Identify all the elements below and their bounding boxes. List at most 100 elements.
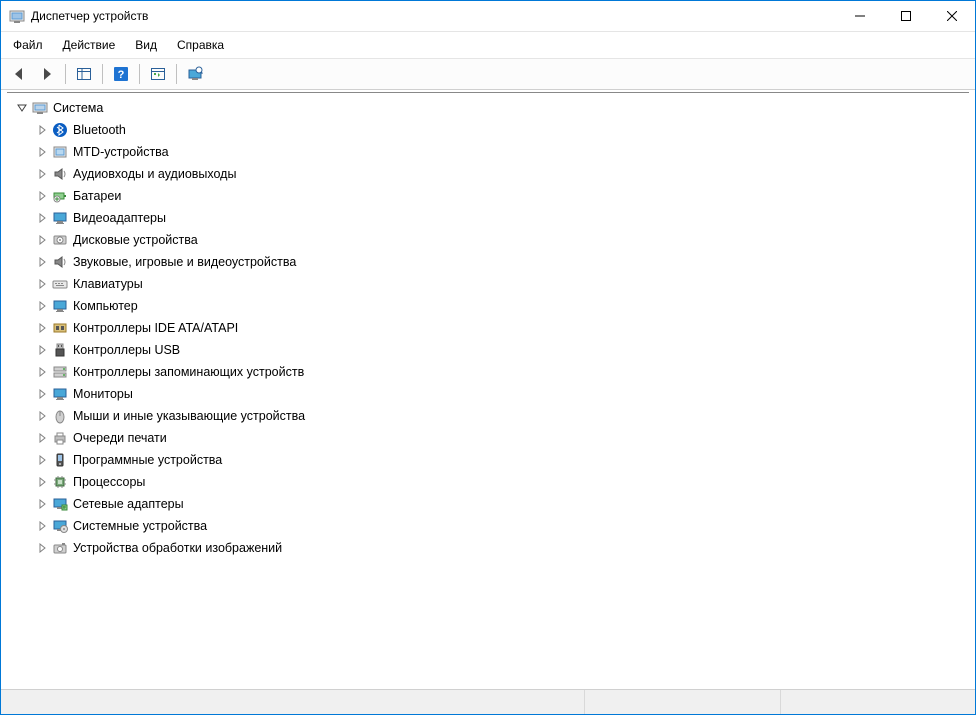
tree-category-label: Мониторы — [71, 387, 133, 401]
forward-button[interactable] — [35, 62, 59, 86]
tree-category-row[interactable]: Звуковые, игровые и видеоустройства — [31, 251, 969, 273]
tree-category-label: Звуковые, игровые и видеоустройства — [71, 255, 296, 269]
app-icon — [9, 8, 25, 24]
tree-category-row[interactable]: Контроллеры IDE ATA/ATAPI — [31, 317, 969, 339]
expand-icon[interactable] — [35, 475, 49, 489]
expand-icon[interactable] — [35, 431, 49, 445]
device-manager-window: Диспетчер устройств Файл Действие Вид Сп… — [0, 0, 976, 715]
expand-icon[interactable] — [35, 497, 49, 511]
expand-icon[interactable] — [35, 167, 49, 181]
menubar: Файл Действие Вид Справка — [1, 32, 975, 59]
ide-icon — [52, 320, 68, 336]
tree-category-row[interactable]: Bluetooth — [31, 119, 969, 141]
tree-category-row[interactable]: Компьютер — [31, 295, 969, 317]
tree-category-row[interactable]: Сетевые адаптеры — [31, 493, 969, 515]
tree-category-row[interactable]: Дисковые устройства — [31, 229, 969, 251]
show-hide-tree-button[interactable] — [72, 62, 96, 86]
tree-root-row[interactable]: Система — [11, 97, 969, 119]
tree-category-label: MTD-устройства — [71, 145, 169, 159]
tree-root-label: Система — [51, 101, 103, 115]
toolbar: ? — [1, 59, 975, 90]
menu-file[interactable]: Файл — [3, 34, 53, 56]
computer-icon — [52, 298, 68, 314]
statusbar — [1, 689, 975, 714]
expand-icon[interactable] — [35, 189, 49, 203]
usb-icon — [52, 342, 68, 358]
expand-icon[interactable] — [35, 453, 49, 467]
expand-icon[interactable] — [35, 123, 49, 137]
expand-icon[interactable] — [35, 277, 49, 291]
tree-category-label: Компьютер — [71, 299, 138, 313]
expand-icon[interactable] — [35, 519, 49, 533]
cpu-icon — [52, 474, 68, 490]
expand-icon[interactable] — [35, 387, 49, 401]
tree-category-row[interactable]: Процессоры — [31, 471, 969, 493]
close-button[interactable] — [929, 1, 975, 31]
tree-category-label: Клавиатуры — [71, 277, 143, 291]
window-title: Диспетчер устройств — [31, 9, 148, 23]
device-tree-panel[interactable]: Система Bluetooth MTD-устройства Аудиовход… — [7, 92, 969, 689]
menu-action[interactable]: Действие — [53, 34, 126, 56]
tree-category-label: Системные устройства — [71, 519, 207, 533]
scan-hardware-button[interactable] — [146, 62, 170, 86]
tree-category-label: Очереди печати — [71, 431, 167, 445]
tree-category-row[interactable]: Контроллеры запоминающих устройств — [31, 361, 969, 383]
statusbar-cell — [780, 690, 975, 714]
tree-category-row[interactable]: MTD-устройства — [31, 141, 969, 163]
device-tree: Система Bluetooth MTD-устройства Аудиовход… — [7, 95, 969, 559]
tree-category-label: Дисковые устройства — [71, 233, 198, 247]
keyboard-icon — [52, 276, 68, 292]
tree-category-label: Контроллеры USB — [71, 343, 180, 357]
computer-root-icon — [32, 100, 48, 116]
tree-category-label: Контроллеры IDE ATA/ATAPI — [71, 321, 238, 335]
printer-icon — [52, 430, 68, 446]
expand-icon[interactable] — [35, 365, 49, 379]
expand-icon[interactable] — [35, 343, 49, 357]
expand-icon[interactable] — [35, 321, 49, 335]
disk-icon — [52, 232, 68, 248]
display-adapter-icon — [52, 210, 68, 226]
tree-category-row[interactable]: Устройства обработки изображений — [31, 537, 969, 559]
maximize-button[interactable] — [883, 1, 929, 31]
tree-category-row[interactable]: Видеоадаптеры — [31, 207, 969, 229]
bluetooth-icon — [52, 122, 68, 138]
menu-view[interactable]: Вид — [125, 34, 167, 56]
system-dev-icon — [52, 518, 68, 534]
tree-category-label: Программные устройства — [71, 453, 222, 467]
tree-category-label: Контроллеры запоминающих устройств — [71, 365, 304, 379]
tree-category-row[interactable]: Аудиовходы и аудиовыходы — [31, 163, 969, 185]
tree-category-row[interactable]: Батареи — [31, 185, 969, 207]
audio-icon — [52, 166, 68, 182]
tree-children: Bluetooth MTD-устройства Аудиовходы и ауди… — [11, 119, 969, 559]
expand-icon[interactable] — [35, 211, 49, 225]
help-button[interactable]: ? — [109, 62, 133, 86]
expand-icon[interactable] — [35, 255, 49, 269]
expand-icon[interactable] — [35, 409, 49, 423]
tree-category-row[interactable]: Мыши и иные указывающие устройства — [31, 405, 969, 427]
tree-category-row[interactable]: Программные устройства — [31, 449, 969, 471]
expand-icon[interactable] — [35, 299, 49, 313]
tree-category-row[interactable]: Очереди печати — [31, 427, 969, 449]
tree-category-row[interactable]: Мониторы — [31, 383, 969, 405]
tree-category-label: Видеоадаптеры — [71, 211, 166, 225]
menu-help[interactable]: Справка — [167, 34, 234, 56]
titlebar: Диспетчер устройств — [1, 1, 975, 32]
collapse-icon[interactable] — [15, 101, 29, 115]
svg-text:?: ? — [118, 69, 125, 81]
tree-category-row[interactable]: Контроллеры USB — [31, 339, 969, 361]
tree-category-row[interactable]: Системные устройства — [31, 515, 969, 537]
imaging-icon — [52, 540, 68, 556]
tree-category-row[interactable]: Клавиатуры — [31, 273, 969, 295]
minimize-button[interactable] — [837, 1, 883, 31]
tree-category-label: Процессоры — [71, 475, 145, 489]
toolbar-separator — [65, 64, 66, 84]
expand-icon[interactable] — [35, 541, 49, 555]
monitor-icon — [52, 386, 68, 402]
show-hidden-button[interactable] — [183, 62, 207, 86]
toolbar-separator — [176, 64, 177, 84]
expand-icon[interactable] — [35, 145, 49, 159]
expand-icon[interactable] — [35, 233, 49, 247]
mtd-icon — [52, 144, 68, 160]
back-button[interactable] — [7, 62, 31, 86]
tree-category-label: Мыши и иные указывающие устройства — [71, 409, 305, 423]
